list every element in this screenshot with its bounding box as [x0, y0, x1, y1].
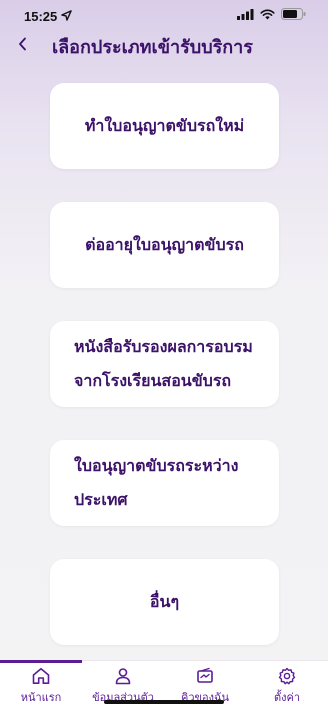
- service-card-label: หนังสือรับรองผลการอบรม จากโรงเรียนสอนขับ…: [50, 330, 279, 398]
- tab-settings[interactable]: ตั้งค่า: [246, 661, 328, 710]
- signal-icon: [237, 7, 254, 25]
- tab-settings-label: ตั้งค่า: [273, 691, 301, 704]
- ticket-icon: [195, 666, 215, 686]
- service-card-new-license[interactable]: ทำใบอนุญาตขับรถใหม่: [50, 83, 279, 169]
- header: เลือกประเภทเข้ารับบริการ: [0, 28, 328, 62]
- service-card-label-line-2: จากโรงเรียนสอนขับรถ: [74, 371, 232, 390]
- service-card-label: ต่ออายุใบอนุญาตขับรถ: [85, 235, 244, 254]
- service-card-training-certificate[interactable]: หนังสือรับรองผลการอบรม จากโรงเรียนสอนขับ…: [50, 321, 279, 407]
- status-left: 15:25: [24, 8, 73, 24]
- back-button[interactable]: [12, 32, 34, 58]
- wifi-icon: [260, 7, 275, 25]
- gear-icon: [277, 666, 297, 686]
- tab-home[interactable]: หน้าแรก: [0, 661, 82, 710]
- home-icon: [31, 666, 51, 686]
- battery-icon: [281, 7, 306, 25]
- service-card-label: อื่นๆ: [149, 592, 180, 611]
- page-title: เลือกประเภทเข้ารับบริการ: [52, 37, 253, 58]
- service-card-label-line-2: ประเทศ: [74, 490, 128, 509]
- home-indicator: [104, 700, 224, 704]
- service-card-label: ใบอนุญาตขับรถระหว่าง ประเทศ: [50, 449, 279, 517]
- location-arrow-icon: [61, 9, 73, 24]
- service-card-renew-license[interactable]: ต่ออายุใบอนุญาตขับรถ: [50, 202, 279, 288]
- active-tab-indicator: [0, 660, 82, 663]
- service-card-label-line-1: ใบอนุญาตขับรถระหว่าง: [74, 456, 239, 475]
- service-card-label: ทำใบอนุญาตขับรถใหม่: [84, 116, 245, 135]
- tab-home-label: หน้าแรก: [20, 691, 62, 704]
- chevron-left-icon: [18, 36, 28, 55]
- status-right: [237, 7, 306, 25]
- service-card-other[interactable]: อื่นๆ: [50, 559, 279, 645]
- status-time: 15:25: [24, 8, 58, 24]
- service-card-international-license[interactable]: ใบอนุญาตขับรถระหว่าง ประเทศ: [50, 440, 279, 526]
- user-icon: [113, 666, 133, 686]
- service-card-label-line-1: หนังสือรับรองผลการอบรม: [74, 337, 253, 356]
